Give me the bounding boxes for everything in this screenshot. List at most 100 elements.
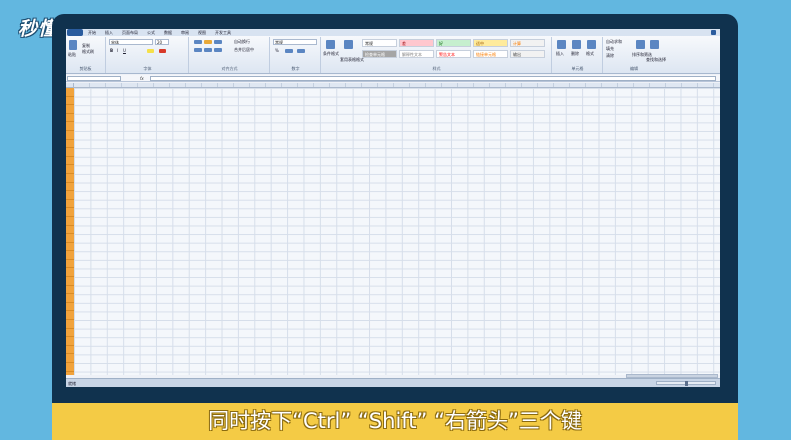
row-header[interactable] — [66, 217, 74, 226]
cell-style-9[interactable]: 链接单元格 — [473, 50, 508, 58]
align-center-icon[interactable] — [204, 48, 212, 52]
row-header[interactable] — [66, 277, 74, 286]
format-as-table-label[interactable]: 套用表格格式 — [340, 57, 364, 62]
row-header[interactable] — [66, 303, 74, 312]
zoom-slider[interactable] — [656, 381, 716, 386]
delete-cells-label[interactable]: 删除 — [571, 51, 579, 56]
align-top-icon[interactable] — [194, 40, 202, 44]
cell-style-10[interactable]: 输出 — [510, 50, 545, 58]
row-header[interactable] — [66, 329, 74, 338]
fill-button[interactable]: 填充 — [606, 46, 614, 51]
row-header[interactable] — [66, 140, 74, 149]
row-header[interactable] — [66, 363, 74, 372]
tab-formulas[interactable]: 公式 — [147, 30, 155, 35]
tab-developer[interactable]: 开发工具 — [215, 30, 231, 35]
row-header[interactable] — [66, 165, 74, 174]
row-header[interactable] — [66, 114, 74, 123]
row-header[interactable] — [66, 88, 74, 97]
sort-filter-icon[interactable] — [636, 40, 645, 49]
find-select-label[interactable]: 查找和选择 — [646, 57, 666, 62]
row-header[interactable] — [66, 268, 74, 278]
fx-icon[interactable]: fx — [140, 75, 144, 82]
cells-group-label: 单元格 — [571, 66, 584, 71]
row-header[interactable] — [66, 251, 74, 260]
clear-button[interactable]: 清除 — [606, 53, 614, 58]
bold-button[interactable]: B — [110, 48, 113, 53]
tab-page-layout[interactable]: 页面布局 — [122, 30, 138, 35]
font-color-icon[interactable] — [159, 49, 166, 53]
align-right-icon[interactable] — [214, 48, 222, 52]
tab-data[interactable]: 数据 — [164, 30, 172, 35]
row-header[interactable] — [66, 157, 74, 166]
comma-style-icon[interactable] — [285, 49, 293, 53]
zoom-slider-thumb[interactable] — [685, 381, 688, 386]
cell-style-8[interactable]: 警告文本 — [436, 50, 471, 58]
row-header[interactable] — [66, 311, 74, 321]
name-box[interactable] — [67, 76, 121, 81]
font-size-select[interactable]: 20 — [155, 39, 169, 45]
align-left-icon[interactable] — [194, 48, 202, 52]
tab-review[interactable]: 审阅 — [181, 30, 189, 35]
alignment-group: 自动换行 合并后居中 对齐方式 — [190, 37, 270, 73]
cell-style-4[interactable]: 适中 — [473, 39, 508, 47]
font-name-select[interactable]: 宋体 — [109, 39, 153, 45]
row-header[interactable] — [66, 286, 74, 295]
row-header[interactable] — [66, 337, 74, 346]
row-header[interactable] — [66, 226, 74, 235]
row-header[interactable] — [66, 148, 74, 157]
align-bottom-icon[interactable] — [214, 40, 222, 44]
row-header[interactable] — [66, 122, 74, 131]
row-header[interactable] — [66, 243, 74, 252]
underline-button[interactable]: U — [123, 48, 126, 53]
row-header[interactable] — [66, 346, 74, 355]
find-select-icon[interactable] — [650, 40, 659, 49]
cell-style-3[interactable]: 好 — [436, 39, 471, 47]
fill-color-icon[interactable] — [147, 49, 154, 53]
merge-center-button[interactable]: 合并后居中 — [234, 47, 254, 52]
row-header[interactable] — [66, 260, 74, 269]
format-painter-button[interactable]: 格式刷 — [82, 49, 94, 54]
tab-insert[interactable]: 插入 — [105, 30, 113, 35]
formula-input[interactable] — [150, 76, 716, 81]
format-cells-icon[interactable] — [587, 40, 596, 49]
autosum-button[interactable]: 自动求和 — [606, 39, 622, 44]
wrap-text-button[interactable]: 自动换行 — [234, 39, 250, 44]
row-header[interactable] — [66, 372, 74, 375]
row-header[interactable] — [66, 174, 74, 183]
decimal-icon[interactable] — [297, 49, 305, 53]
cell-style-1[interactable]: 常规 — [362, 39, 397, 47]
row-header[interactable] — [66, 105, 74, 114]
number-format-select[interactable]: 常规 — [273, 39, 317, 45]
help-icon[interactable] — [711, 30, 716, 35]
row-header[interactable] — [66, 97, 74, 106]
office-button[interactable] — [67, 29, 83, 36]
percent-button[interactable]: % — [275, 48, 279, 53]
row-header[interactable] — [66, 294, 74, 303]
cell-style-7[interactable]: 解释性文本 — [399, 50, 434, 58]
format-as-table-icon[interactable] — [344, 40, 353, 49]
cells-area[interactable] — [74, 88, 720, 375]
delete-cells-icon[interactable] — [572, 40, 581, 49]
row-header[interactable] — [66, 320, 74, 329]
row-header[interactable] — [66, 191, 74, 200]
insert-cells-icon[interactable] — [557, 40, 566, 49]
align-middle-icon[interactable] — [204, 40, 212, 44]
tab-home[interactable]: 开始 — [88, 30, 96, 35]
insert-cells-label[interactable]: 插入 — [556, 51, 564, 56]
paste-icon[interactable] — [69, 40, 77, 50]
italic-button[interactable]: I — [117, 48, 118, 53]
row-header[interactable] — [66, 131, 74, 140]
row-header[interactable] — [66, 200, 74, 209]
copy-button[interactable]: 复制 — [82, 43, 90, 48]
cell-style-5[interactable]: 计算 — [510, 39, 545, 47]
cell-style-6[interactable]: 检查单元格 — [362, 50, 397, 58]
format-cells-label[interactable]: 格式 — [586, 51, 594, 56]
conditional-formatting-icon[interactable] — [326, 40, 335, 49]
conditional-formatting-label[interactable]: 条件格式 — [323, 51, 339, 56]
row-header[interactable] — [66, 208, 74, 217]
row-header[interactable] — [66, 183, 74, 192]
tab-view[interactable]: 视图 — [198, 30, 206, 35]
row-header[interactable] — [66, 354, 74, 363]
row-header[interactable] — [66, 234, 74, 243]
cell-style-2[interactable]: 差 — [399, 39, 434, 47]
